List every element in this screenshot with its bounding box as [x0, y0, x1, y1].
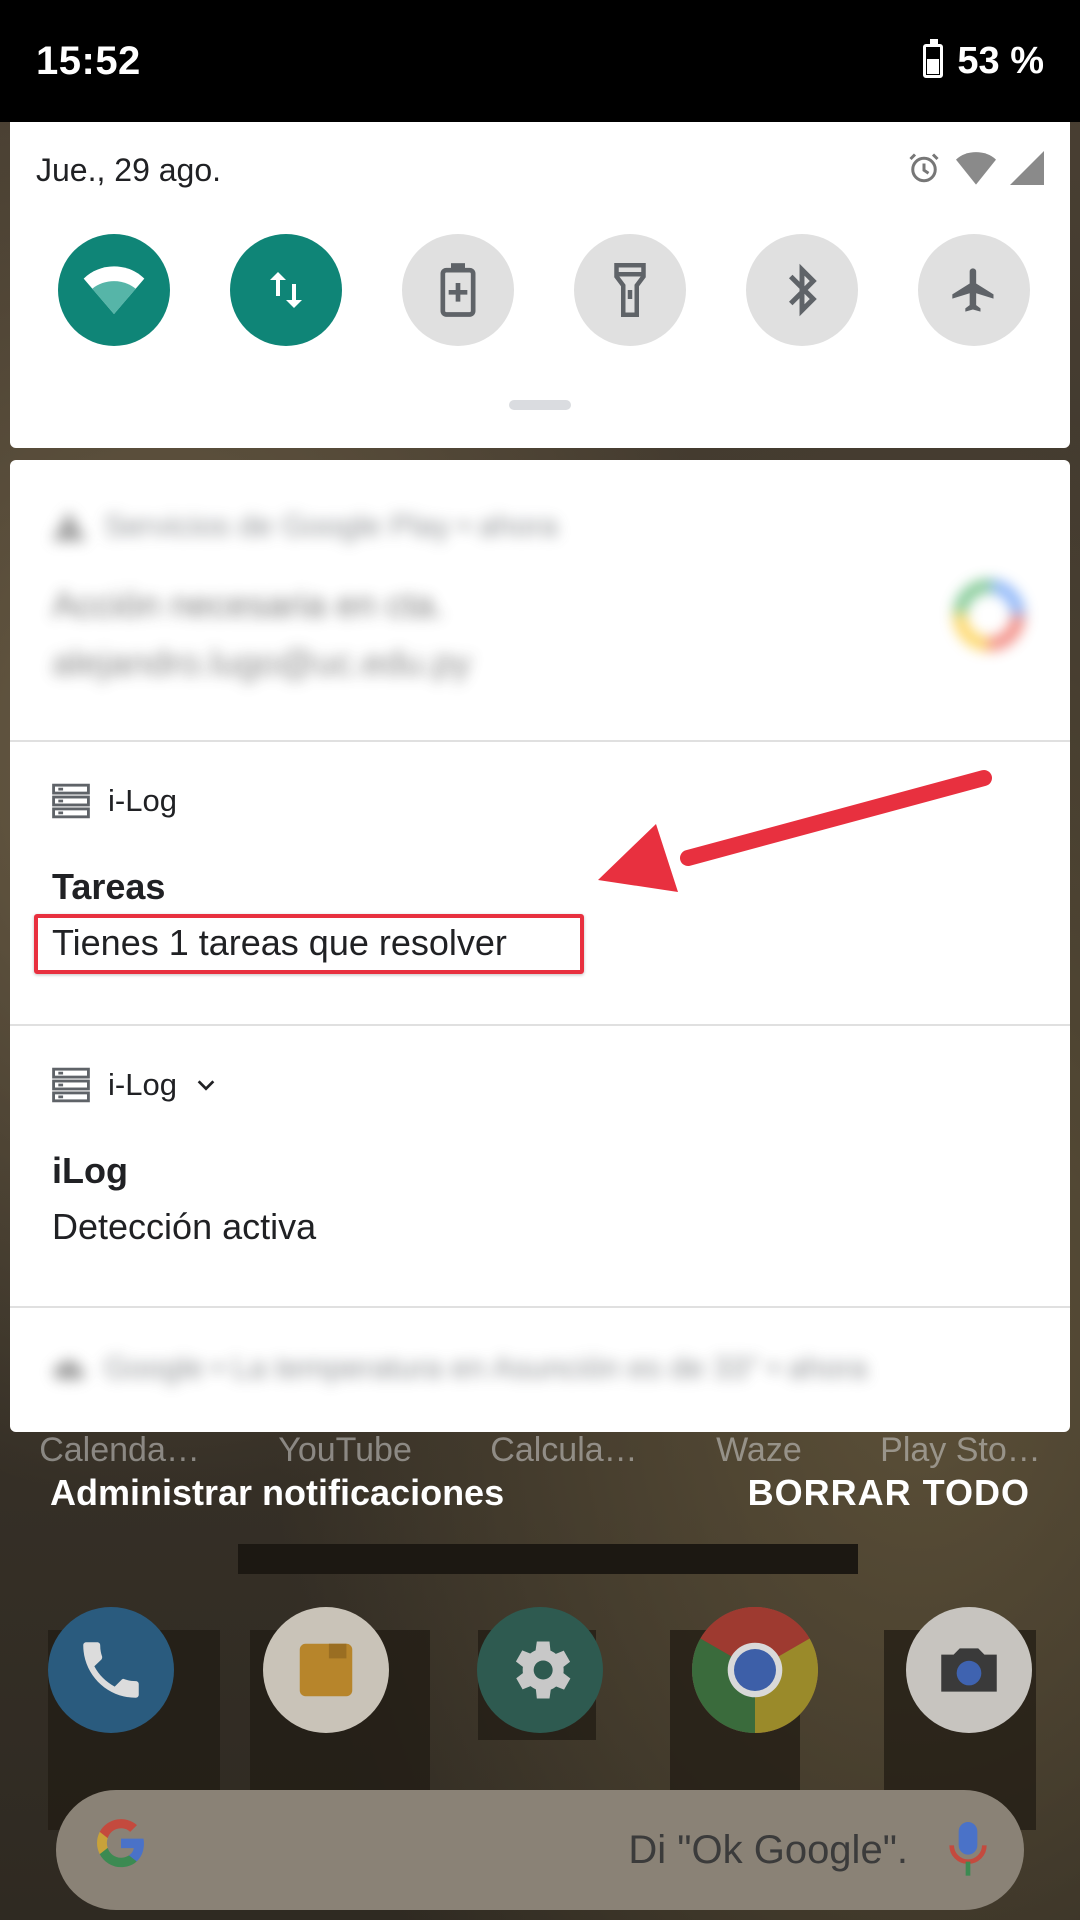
google-g-icon [92, 1814, 150, 1886]
n-text: alejandro.lugo@uc.edu.py [52, 642, 471, 683]
qs-tile-mobile-data[interactable] [230, 234, 342, 346]
dock-app-phone[interactable] [48, 1607, 174, 1733]
annotation-highlight-box [34, 914, 584, 974]
chrome-icon [691, 1607, 818, 1733]
qs-system-icons [906, 150, 1044, 186]
qs-tile-airplane[interactable] [918, 234, 1030, 346]
n-title: Tareas [52, 866, 166, 907]
n-title: iLog [52, 1150, 128, 1191]
n-header: i-Log [52, 782, 177, 820]
status-time: 15:52 [36, 38, 141, 83]
n-app-name: i-Log [108, 783, 177, 818]
notification-ilog-detection[interactable]: i-Log iLog Detección activa [10, 1026, 1070, 1308]
cell-signal-icon [1010, 151, 1044, 185]
notification-panel: Servicios de Google Play • ahora Acción … [10, 460, 1070, 1432]
notification-play-services[interactable]: Servicios de Google Play • ahora Acción … [10, 460, 1070, 742]
cloud-icon [53, 1360, 85, 1380]
manage-notifications-button[interactable]: Administrar notificaciones [50, 1472, 504, 1514]
clear-all-button[interactable]: BORRAR TODO [748, 1472, 1030, 1514]
qs-tile-battery-saver[interactable] [402, 234, 514, 346]
qs-date[interactable]: Jue., 29 ago. [36, 152, 221, 189]
status-right: 53 % [923, 39, 1044, 83]
qs-tiles [58, 234, 1030, 346]
dock-app-chrome[interactable] [691, 1607, 818, 1733]
qs-expand-handle[interactable] [509, 400, 571, 410]
battery-saver-icon [440, 263, 476, 317]
app-label: Waze [716, 1430, 802, 1469]
search-hint: Di "Ok Google". [628, 1827, 908, 1872]
n-header-text: Servicios de Google Play • ahora [104, 508, 558, 543]
mic-icon[interactable] [948, 1822, 988, 1878]
dock-app-camera[interactable] [906, 1607, 1032, 1733]
airplane-icon [952, 268, 994, 312]
app-label: Calcula… [490, 1430, 638, 1469]
data-arrows-icon [270, 272, 302, 308]
shade-actions: Administrar notificaciones BORRAR TODO [50, 1472, 1030, 1514]
wifi-icon [83, 266, 145, 314]
server-stack-icon [52, 783, 90, 819]
dock-app-settings[interactable] [477, 1607, 603, 1733]
folder-icon [299, 1643, 352, 1697]
dock-divider [238, 1544, 858, 1574]
google-search-bar[interactable]: Di "Ok Google". [56, 1790, 1024, 1910]
app-label: Calenda… [39, 1430, 200, 1469]
home-app-labels: Calenda… YouTube Calcula… Waze Play Sto… [0, 1420, 1080, 1480]
n-header: Google • La temperatura en Asunción es d… [52, 1350, 867, 1386]
google-logo-icon [954, 580, 1024, 650]
qs-tile-bluetooth[interactable] [746, 234, 858, 346]
alarm-icon [909, 153, 939, 183]
n-header: i-Log [52, 1066, 217, 1104]
annotation-arrow-icon [598, 770, 992, 892]
camera-icon [941, 1648, 997, 1692]
bluetooth-icon [788, 263, 817, 317]
notification-google-weather[interactable]: Google • La temperatura en Asunción es d… [10, 1308, 1070, 1432]
wifi-signal-icon [956, 152, 996, 185]
phone-icon [83, 1642, 139, 1698]
n-app-name: i-Log [108, 1067, 177, 1102]
gear-icon [515, 1641, 571, 1699]
quick-settings-panel: Jue., 29 ago. [10, 122, 1070, 448]
app-label: YouTube [278, 1430, 412, 1469]
qs-tile-wifi[interactable] [58, 234, 170, 346]
notification-ilog-tasks[interactable]: i-Log Tareas Tienes 1 tareas que resolve… [10, 742, 1070, 1026]
status-bar: 15:52 53 % [0, 0, 1080, 122]
flashlight-icon [614, 263, 646, 317]
n-header-text: Google • La temperatura en Asunción es d… [104, 1350, 868, 1385]
battery-icon [923, 39, 944, 78]
n-header: Servicios de Google Play • ahora [52, 508, 558, 544]
server-stack-icon [52, 1067, 90, 1103]
n-title: Acción necesaria en cta. [52, 584, 445, 625]
dock-app-files[interactable] [262, 1607, 389, 1733]
qs-tile-flashlight[interactable] [574, 234, 686, 346]
app-label: Play Sto… [880, 1430, 1041, 1469]
home-dock [48, 1580, 1032, 1760]
n-text: Detección activa [52, 1206, 317, 1247]
battery-percent: 53 % [957, 39, 1044, 82]
warning-icon [52, 511, 86, 541]
chevron-down-icon[interactable] [195, 1074, 217, 1096]
